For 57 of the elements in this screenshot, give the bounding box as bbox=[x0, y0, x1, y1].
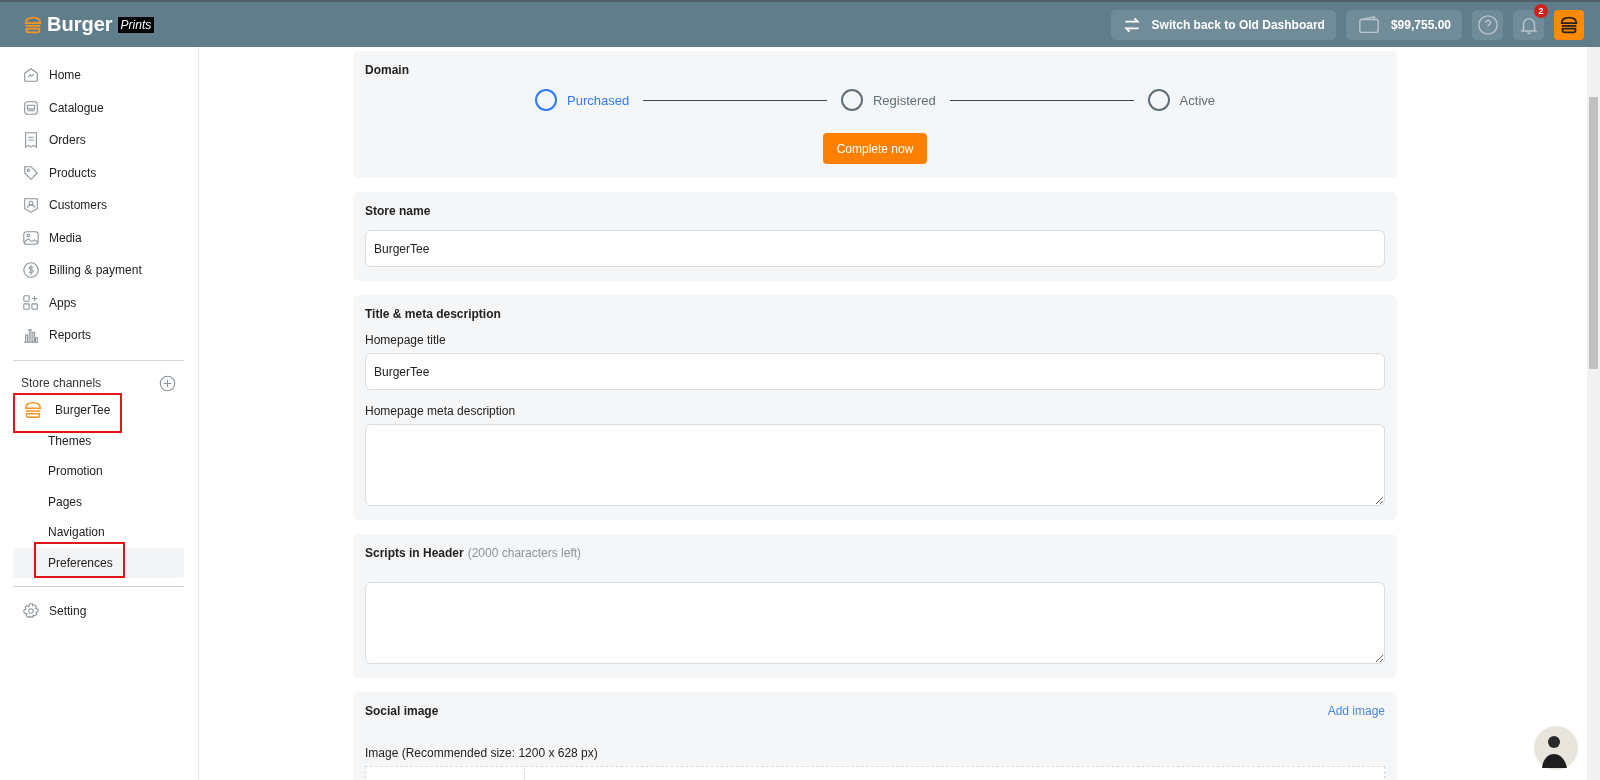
nav-icon bbox=[22, 326, 40, 345]
store-item[interactable]: BurgerTee bbox=[13, 393, 184, 426]
sidebar-subitem[interactable]: Themes bbox=[13, 425, 184, 456]
nav-icon bbox=[22, 261, 40, 280]
sidebar-item[interactable]: Setting bbox=[13, 595, 184, 628]
nav-icon bbox=[22, 98, 40, 117]
sidebar-item[interactable]: Products bbox=[13, 156, 184, 189]
nav-icon bbox=[22, 293, 40, 312]
logo-text: Burger bbox=[47, 13, 113, 36]
sidebar-item[interactable]: Customers bbox=[13, 189, 184, 222]
characters-left-hint: (2000 characters left) bbox=[467, 546, 582, 560]
nav-icon bbox=[22, 131, 40, 150]
scripts-field[interactable] bbox=[365, 582, 1385, 664]
card-title: Domain bbox=[365, 63, 410, 77]
sidebar-subitem[interactable]: Pages bbox=[13, 486, 184, 517]
nav-icon bbox=[22, 66, 40, 85]
wallet-icon bbox=[1356, 13, 1381, 36]
step-label: Active bbox=[1179, 92, 1215, 108]
gear-icon bbox=[22, 602, 40, 621]
scrollbar[interactable] bbox=[1587, 47, 1600, 780]
add-icon[interactable] bbox=[159, 374, 176, 392]
field-label: Homepage meta description bbox=[365, 404, 517, 418]
balance-button[interactable]: $99,755.00 bbox=[1345, 9, 1462, 40]
field-label: Image (Recommended size: 1200 x 628 px) bbox=[365, 746, 599, 760]
card-title: Social image bbox=[365, 704, 439, 718]
sidebar-item[interactable]: Home bbox=[13, 59, 184, 92]
step-label: Registered bbox=[872, 92, 936, 108]
meta-description-field[interactable] bbox=[365, 424, 1385, 506]
switch-dashboard-button[interactable]: Switch back to Old Dashboard bbox=[1110, 9, 1336, 40]
add-image-link[interactable]: Add image bbox=[1327, 704, 1385, 718]
sidebar-subitem[interactable]: Navigation bbox=[13, 517, 184, 548]
avatar[interactable] bbox=[1532, 724, 1580, 772]
store-name-field[interactable]: BurgerTee bbox=[365, 230, 1385, 267]
account-button[interactable] bbox=[1554, 9, 1584, 40]
sidebar-subitem[interactable]: Promotion bbox=[13, 456, 184, 487]
field-label: Homepage title bbox=[365, 333, 447, 347]
sidebar-item[interactable]: Catalogue bbox=[13, 91, 184, 124]
sidebar-item[interactable]: Apps bbox=[13, 286, 184, 319]
sidebar-item[interactable]: Billing & payment bbox=[13, 254, 184, 287]
section-heading: Store channels bbox=[21, 376, 102, 390]
nav-icon bbox=[22, 196, 40, 215]
notification-badge: 2 bbox=[1534, 3, 1548, 18]
nav-icon bbox=[22, 228, 40, 247]
logo-tag: Prints bbox=[117, 16, 155, 33]
notifications-button[interactable] bbox=[1513, 9, 1544, 40]
sidebar-item[interactable]: Reports bbox=[13, 319, 184, 352]
step-label: Purchased bbox=[567, 92, 630, 108]
help-icon bbox=[1476, 13, 1499, 36]
help-button[interactable] bbox=[1472, 9, 1503, 40]
sidebar-item[interactable]: Orders bbox=[13, 124, 184, 157]
homepage-title-field[interactable]: BurgerTee bbox=[365, 353, 1385, 390]
card-title: Title & meta description bbox=[365, 307, 502, 321]
card-title: Store name bbox=[365, 204, 432, 218]
card-title: Scripts in Header bbox=[365, 546, 464, 560]
sidebar-item[interactable]: Media bbox=[13, 221, 184, 254]
sidebar-subitem[interactable]: Preferences bbox=[13, 547, 184, 578]
nav-icon bbox=[22, 163, 40, 182]
